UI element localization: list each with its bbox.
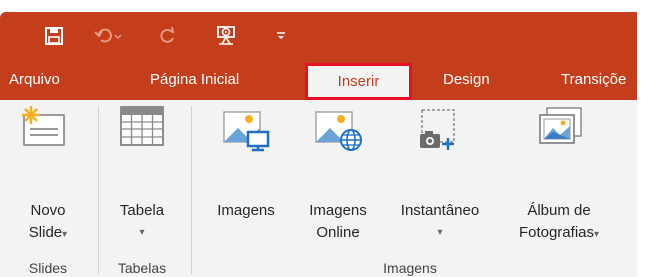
redo-icon[interactable] xyxy=(156,24,180,48)
online-images-label-2: Online xyxy=(316,224,360,241)
table-icon xyxy=(120,106,164,151)
chevron-down-icon[interactable]: ▾ xyxy=(594,229,599,240)
images-button[interactable]: Imagens xyxy=(200,100,292,250)
screenshot-icon xyxy=(416,108,462,157)
ribbon-panel: Novo Slide▾ Slides Tabela ▾ Tabelas Imag… xyxy=(0,100,637,277)
screenshot-label: Instantâneo xyxy=(400,202,480,219)
new-slide-icon xyxy=(20,105,66,154)
chevron-down-icon[interactable]: ▾ xyxy=(62,229,67,240)
tab-design[interactable]: Design xyxy=(443,59,490,100)
online-images-button[interactable]: Imagens Online xyxy=(292,100,384,250)
tab-pagina-inicial[interactable]: Página Inicial xyxy=(150,59,239,100)
title-bar xyxy=(0,12,637,59)
save-icon[interactable] xyxy=(42,24,66,48)
chevron-down-icon[interactable]: ▾ xyxy=(104,222,180,244)
photo-album-icon xyxy=(537,106,585,155)
powerpoint-window: Arquivo Página Inicial Inserir Design Tr… xyxy=(0,12,637,277)
table-button[interactable]: Tabela ▾ xyxy=(104,100,180,250)
group-label-slides: Slides xyxy=(28,260,68,276)
group-label-images: Imagens xyxy=(383,260,437,276)
chevron-down-icon[interactable]: ▾ xyxy=(384,222,496,244)
group-divider xyxy=(191,106,192,274)
images-label: Imagens xyxy=(217,202,275,219)
group-divider xyxy=(98,106,99,274)
group-label-tables: Tabelas xyxy=(117,260,167,276)
new-slide-label: Novo xyxy=(30,202,66,219)
online-picture-icon xyxy=(314,108,364,157)
customize-qat-icon[interactable] xyxy=(272,26,290,46)
ribbon-tabs: Arquivo Página Inicial Inserir Design Tr… xyxy=(0,59,637,100)
undo-icon[interactable] xyxy=(92,24,124,48)
picture-icon xyxy=(222,108,270,157)
photo-album-label-2: Fotografias xyxy=(518,224,594,241)
online-images-label: Imagens xyxy=(309,202,367,219)
tab-transicoes[interactable]: Transiçõe xyxy=(561,59,626,100)
new-slide-label-2: Slide xyxy=(28,224,63,241)
tab-inserir[interactable]: Inserir xyxy=(305,63,412,100)
photo-album-label: Álbum de xyxy=(527,202,591,219)
table-label: Tabela xyxy=(119,202,165,219)
presentation-from-start-icon[interactable] xyxy=(212,22,240,50)
photo-album-button[interactable]: Álbum de Fotografias▾ xyxy=(500,100,618,250)
screenshot-button[interactable]: Instantâneo ▾ xyxy=(384,100,496,250)
tab-arquivo[interactable]: Arquivo xyxy=(9,59,60,100)
new-slide-button[interactable]: Novo Slide▾ xyxy=(6,100,90,250)
